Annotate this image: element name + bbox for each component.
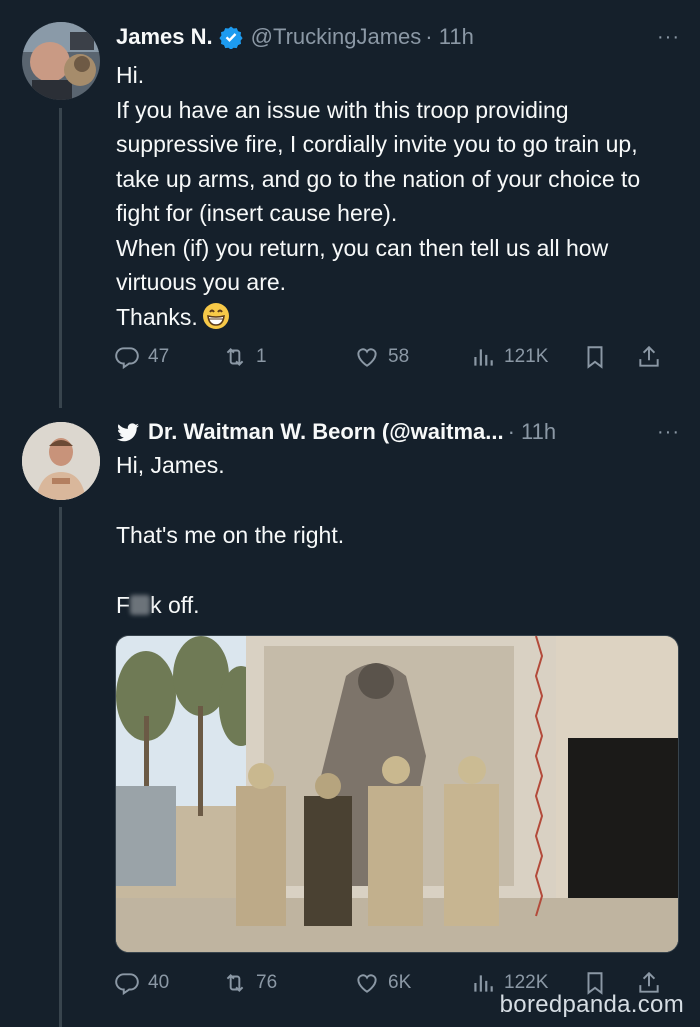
author-name[interactable]: Dr. Waitman W. Beorn (@waitma... bbox=[148, 419, 504, 445]
reply-icon bbox=[115, 347, 139, 370]
retweet-button[interactable]: 76 bbox=[222, 970, 277, 996]
tweet-line: Hi. bbox=[116, 62, 145, 88]
like-icon bbox=[357, 974, 377, 993]
like-button[interactable]: 6K bbox=[354, 970, 411, 996]
tweet-line: When (if) you return, you can then tell … bbox=[116, 234, 609, 296]
author-handle[interactable]: @TruckingJames bbox=[251, 24, 422, 50]
bookmark-icon bbox=[587, 346, 603, 369]
watermark: boredpanda.com bbox=[499, 991, 684, 1018]
tweet-text: Hi, James. That's me on the right. Fk of… bbox=[116, 448, 682, 623]
tweet-header: Dr. Waitman W. Beorn (@waitma... · 11h ·… bbox=[116, 415, 680, 449]
reply-icon bbox=[115, 973, 139, 996]
tweet-line: Hi, James. bbox=[116, 452, 225, 478]
tweet-header: James N. @TruckingJames · 11h ··· bbox=[116, 20, 680, 54]
tweet-line: Thanks. bbox=[116, 300, 682, 335]
retweet-button[interactable]: 1 bbox=[222, 344, 267, 370]
thread-connector-line bbox=[59, 108, 62, 408]
tweet-timestamp[interactable]: · 11h bbox=[508, 419, 557, 445]
share-icon bbox=[639, 345, 659, 367]
avatar-beorn[interactable] bbox=[22, 422, 100, 500]
views-icon bbox=[474, 975, 493, 992]
more-icon[interactable]: ··· bbox=[657, 421, 680, 444]
like-button[interactable]: 58 bbox=[354, 344, 409, 370]
thread-connector-line bbox=[59, 507, 62, 1027]
like-icon bbox=[357, 348, 377, 367]
tweet-line-text: Thanks. bbox=[116, 303, 198, 330]
more-icon[interactable]: ··· bbox=[657, 26, 680, 49]
avatar-james[interactable] bbox=[22, 22, 100, 100]
reply-button[interactable]: 47 bbox=[114, 344, 169, 370]
views-button[interactable]: 121K bbox=[470, 344, 548, 370]
reply-count: 40 bbox=[148, 972, 170, 993]
twitter-bird-icon bbox=[117, 423, 139, 442]
tweet-text: Hi. If you have an issue with this troop… bbox=[116, 58, 682, 334]
reply-button[interactable]: 40 bbox=[114, 970, 169, 996]
tweet-beorn[interactable]: Dr. Waitman W. Beorn (@waitma... · 11h ·… bbox=[0, 395, 700, 1027]
views-count: 121K bbox=[504, 346, 549, 367]
retweet-icon bbox=[226, 974, 244, 992]
soldiers-photo bbox=[116, 636, 678, 952]
like-count: 58 bbox=[388, 346, 410, 367]
bookmark-button[interactable] bbox=[582, 344, 608, 370]
grin-emoji bbox=[202, 302, 229, 329]
tweet-james[interactable]: James N. @TruckingJames · 11h ··· Hi. If… bbox=[0, 0, 700, 408]
retweet-count: 1 bbox=[256, 346, 267, 367]
reply-count: 47 bbox=[148, 346, 170, 367]
censored-blur bbox=[130, 595, 151, 615]
like-count: 6K bbox=[388, 972, 412, 993]
tweet-timestamp[interactable]: · 11h bbox=[425, 24, 474, 50]
author-name[interactable]: James N. bbox=[116, 24, 213, 50]
verified-badge-icon bbox=[219, 26, 243, 49]
retweet-count: 76 bbox=[256, 972, 278, 993]
tweet-line: That's me on the right. bbox=[116, 522, 345, 548]
tweet-actions: 47 1 58 121K bbox=[114, 340, 680, 374]
tweet-line: Fk off. bbox=[116, 588, 682, 623]
share-button[interactable] bbox=[636, 344, 662, 370]
tweet-line: If you have an issue with this troop pro… bbox=[116, 96, 641, 227]
tweet-line-start: F bbox=[116, 592, 131, 618]
retweet-icon bbox=[226, 348, 244, 366]
tweet-photo[interactable] bbox=[115, 635, 679, 953]
views-icon bbox=[474, 349, 493, 366]
tweet-line-end: k off. bbox=[150, 592, 200, 618]
